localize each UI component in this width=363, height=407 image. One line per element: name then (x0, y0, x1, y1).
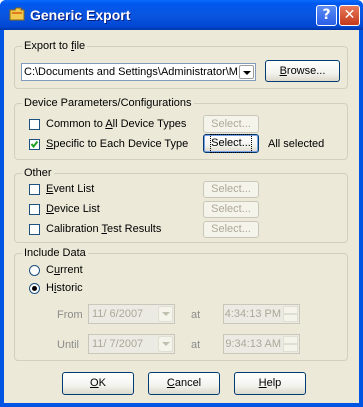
common-to-all-device-types-checkbox[interactable] (29, 119, 40, 130)
from-label: From (57, 309, 83, 321)
checkmark-icon (30, 140, 39, 149)
device-selection-status: All selected (268, 138, 325, 150)
from-time-spinner[interactable]: 4:34:13 PM (223, 304, 300, 324)
from-at-label: at (191, 309, 201, 321)
device-parameters-group: Device Parameters/Configurations Common … (14, 96, 348, 160)
calibration-select-button[interactable]: Select... (203, 221, 259, 238)
event-list-select-button[interactable]: Select... (203, 181, 259, 198)
help-title-button[interactable]: ? (316, 5, 337, 26)
current-radio[interactable] (29, 265, 40, 276)
until-date-picker[interactable]: 11/ 7/2007 (88, 334, 175, 354)
until-at-label: at (191, 339, 201, 351)
browse-button[interactable]: Browse... (265, 60, 340, 82)
calibration-test-results-label[interactable]: Calibration Test Results (46, 222, 161, 236)
calibration-test-results-checkbox[interactable] (29, 224, 40, 235)
from-date-picker[interactable]: 11/ 6/2007 (88, 304, 175, 324)
chevron-down-icon[interactable] (158, 336, 173, 352)
ok-button[interactable]: OK (62, 372, 134, 395)
until-label: Until (57, 339, 80, 351)
browse-button-label: Browse... (279, 65, 326, 77)
event-list-checkbox[interactable] (29, 184, 40, 195)
export-to-file-group-title: Export to file (22, 39, 88, 53)
chevron-down-icon[interactable] (239, 65, 254, 79)
spin-down-icon[interactable] (283, 314, 298, 322)
until-time-spinner[interactable]: 9:34:13 AM (223, 334, 300, 354)
specific-select-button[interactable]: Select... (203, 134, 259, 153)
include-data-group: Include Data Current Historic From 11/ 6… (14, 246, 348, 361)
spin-up-icon[interactable] (283, 336, 298, 344)
chevron-down-icon[interactable] (158, 306, 173, 322)
until-time-value: 9:34:13 AM (225, 338, 281, 350)
radio-selected-dot (32, 286, 37, 291)
from-time-value: 4:34:13 PM (224, 308, 281, 320)
help-button[interactable]: Help (234, 372, 306, 395)
include-data-group-title: Include Data (22, 246, 88, 260)
other-group-title: Other (22, 166, 54, 180)
specific-to-each-device-type-checkbox[interactable] (29, 139, 40, 150)
specific-to-each-device-type-label[interactable]: Specific to Each Device Type (46, 137, 188, 151)
close-icon: ✕ (343, 7, 356, 23)
title-bar[interactable]: Generic Export ? ✕ (0, 0, 363, 30)
historic-radio[interactable] (29, 283, 40, 294)
current-radio-label[interactable]: Current (46, 263, 83, 277)
device-parameters-group-title: Device Parameters/Configurations (22, 96, 194, 110)
close-button[interactable]: ✕ (339, 5, 360, 26)
folder-export-icon (9, 7, 25, 21)
device-list-select-button[interactable]: Select... (203, 201, 259, 218)
common-select-button[interactable]: Select... (203, 115, 259, 133)
export-path-combobox[interactable]: C:\Documents and Settings\Administrator\… (21, 63, 256, 81)
spin-down-icon[interactable] (283, 344, 298, 352)
dialog-client-area: Export to file C:\Documents and Settings… (4, 30, 359, 403)
export-path-value: C:\Documents and Settings\Administrator\… (24, 66, 238, 78)
until-date-value: 11/ 7/2007 (92, 338, 144, 350)
from-date-value: 11/ 6/2007 (92, 308, 144, 320)
other-group: Other Event List Select... Device List S… (14, 166, 348, 243)
generic-export-dialog: Generic Export ? ✕ Export to file C:\Doc… (0, 0, 363, 407)
device-list-label[interactable]: Device List (46, 202, 100, 216)
export-to-file-group: Export to file C:\Documents and Settings… (14, 39, 348, 89)
device-list-checkbox[interactable] (29, 204, 40, 215)
event-list-label[interactable]: Event List (46, 182, 94, 196)
historic-radio-label[interactable]: Historic (46, 281, 83, 295)
cancel-button[interactable]: Cancel (148, 372, 220, 395)
spin-up-icon[interactable] (283, 306, 298, 314)
common-to-all-device-types-label[interactable]: Common to All Device Types (46, 117, 186, 131)
question-mark-icon: ? (322, 7, 331, 23)
window-title: Generic Export (30, 7, 131, 23)
